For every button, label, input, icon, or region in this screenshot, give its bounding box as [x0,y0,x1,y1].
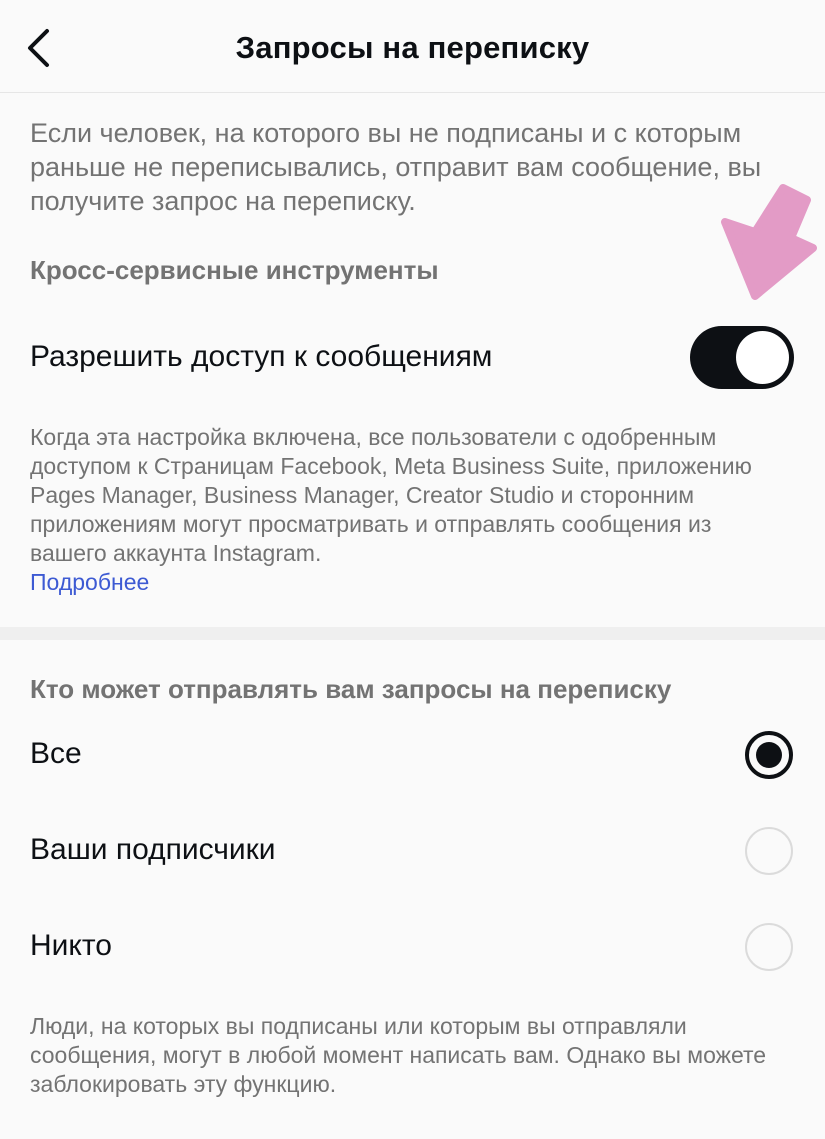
toggle-knob [736,331,789,384]
page-title: Запросы на переписку [235,30,590,65]
radio-empty-icon[interactable] [745,827,793,875]
section-divider [0,627,825,640]
option-followers[interactable]: Ваши подписчики [0,817,825,887]
learn-more-link[interactable]: Подробнее [30,568,149,597]
radio-empty-icon[interactable] [745,923,793,971]
allow-message-access-toggle[interactable] [690,326,794,389]
cross-service-heading: Кросс-сервисные инструменты [30,255,439,285]
top-bar: Запросы на переписку [0,0,825,93]
requests-note: Люди, на которых вы подписаны или которы… [30,1013,767,1097]
requests-heading: Кто может отправлять вам запросы на пере… [30,674,672,704]
option-label: Все [30,737,82,770]
radio-selected-icon[interactable] [745,731,793,779]
intro-text: Если человек, на которого вы не подписан… [30,118,762,216]
cross-service-description: Когда эта настройка включена, все пользо… [30,423,790,597]
option-everyone[interactable]: Все [0,721,825,791]
option-nobody[interactable]: Никто [0,913,825,983]
option-label: Никто [30,929,112,962]
allow-message-access-label: Разрешить доступ к сообщениям [30,340,493,373]
option-label: Ваши подписчики [30,833,276,866]
annotation-arrow-icon [721,184,817,300]
description-text: Когда эта настройка включена, все пользо… [30,424,752,566]
radio-dot [756,742,782,768]
